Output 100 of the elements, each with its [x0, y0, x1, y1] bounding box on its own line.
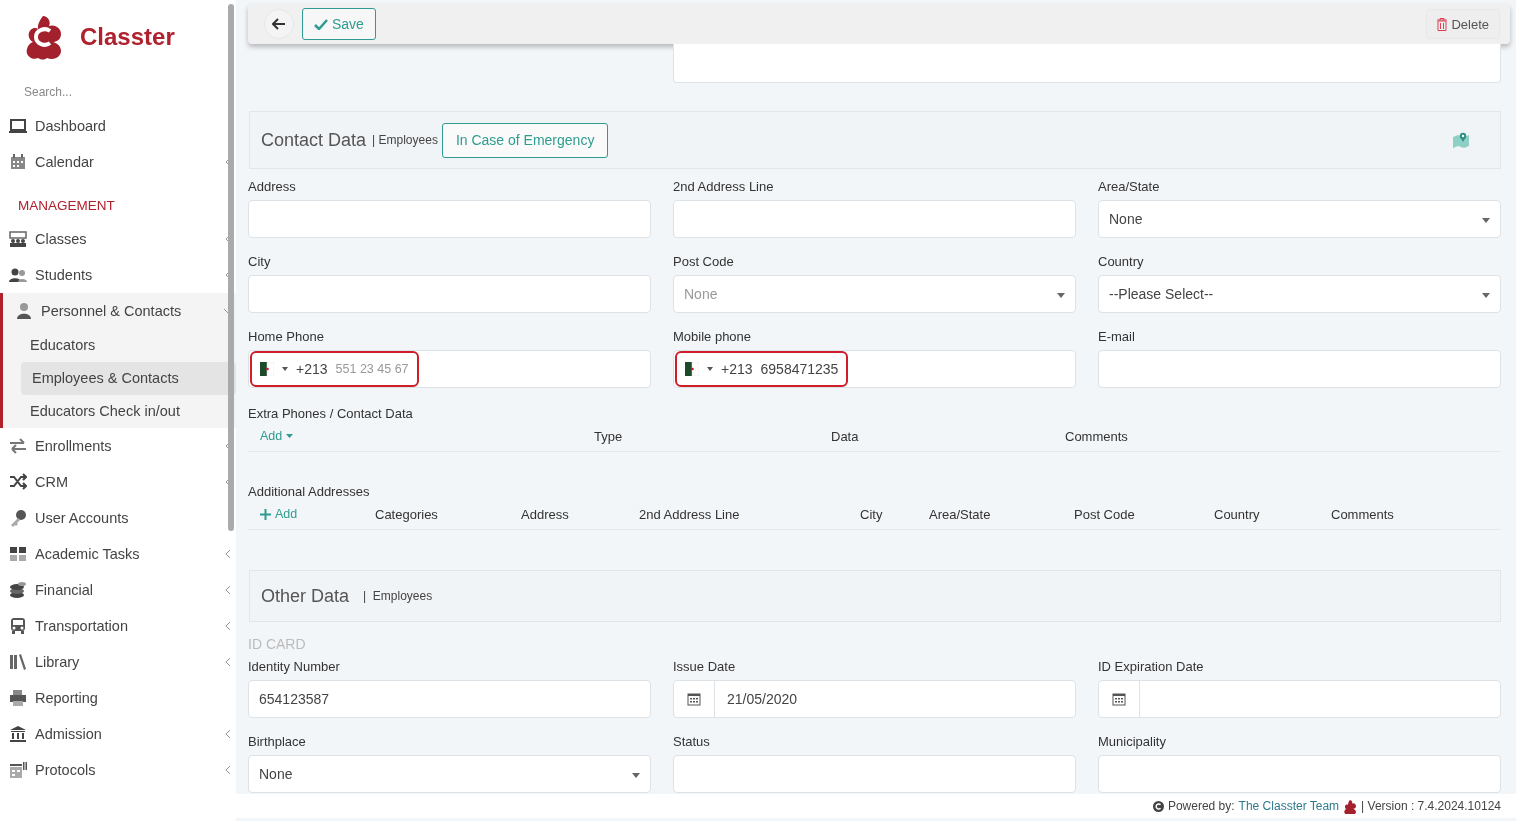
column-header: Country	[1214, 506, 1261, 522]
field-label: Country	[1098, 254, 1145, 269]
caret-icon	[286, 434, 294, 438]
sidebar-item[interactable]: Students	[0, 257, 236, 293]
text-field[interactable]	[673, 44, 1501, 83]
chevron-icon	[224, 622, 232, 630]
text-field[interactable]	[248, 275, 651, 313]
chevron-icon	[224, 730, 232, 738]
field-label: Municipality	[1098, 734, 1167, 749]
sidebar-item[interactable]: Classes	[0, 221, 236, 257]
column-header: 2nd Address Line	[639, 506, 741, 522]
field-label: Post Code	[673, 254, 735, 269]
sidebar-item[interactable]: Financial	[0, 572, 236, 608]
section-heading: MANAGEMENT	[17, 197, 116, 215]
column-header: Categories	[375, 506, 439, 522]
section-subtitle: | Employees	[363, 589, 433, 603]
team-link[interactable]: The Classter Team	[1238, 799, 1340, 813]
menu-item-icon	[9, 545, 27, 563]
scrollbar[interactable]	[228, 4, 234, 531]
field-label: Address	[248, 179, 297, 194]
date-field[interactable]: 21/05/2020	[673, 680, 1076, 718]
menu-item-icon	[9, 725, 27, 743]
caret-icon	[632, 773, 640, 778]
section-label: ID CARD	[248, 636, 307, 652]
calendar-icon	[687, 692, 701, 706]
column-header: Comments	[1331, 506, 1395, 522]
map-pin-icon[interactable]	[1452, 132, 1470, 148]
sidebar-item[interactable]: Transportation	[0, 608, 236, 644]
column-header: Post Code	[1074, 506, 1136, 522]
chevron-icon	[224, 550, 232, 558]
subsection-title: Extra Phones / Contact Data	[248, 406, 414, 421]
section-subtitle: | Employees	[372, 133, 438, 147]
menu-item-icon	[9, 689, 27, 707]
menu-item-icon	[15, 302, 33, 320]
menu-item-icon	[9, 230, 27, 248]
caret-icon	[707, 367, 713, 371]
field-label: Area/State	[1098, 179, 1161, 194]
search-field[interactable]: Search...	[22, 84, 206, 100]
field-label: ID Expiration Date	[1098, 659, 1205, 674]
column-header: Data	[831, 428, 860, 444]
caret-icon	[1057, 293, 1065, 298]
date-field[interactable]	[1098, 680, 1501, 718]
menu-item-icon	[9, 117, 27, 135]
select-field[interactable]: None	[248, 755, 651, 793]
field-label: 2nd Address Line	[673, 179, 775, 194]
sidebar-item[interactable]: Library	[0, 644, 236, 680]
powered-by-text: Powered by:	[1167, 799, 1235, 813]
column-header: City	[860, 506, 884, 522]
sidebar-item[interactable]: Admission	[0, 716, 236, 752]
menu-item-icon	[9, 509, 27, 527]
field-label: E-mail	[1098, 329, 1136, 344]
select-field[interactable]: --Please Select--	[1098, 275, 1501, 313]
subsection-title: Additional Addresses	[248, 484, 371, 499]
select-field[interactable]: None	[1098, 200, 1501, 238]
flag-icon	[685, 362, 699, 376]
chevron-icon	[224, 658, 232, 666]
delete-button[interactable]: Delete	[1426, 9, 1500, 39]
flag-icon	[260, 362, 274, 376]
column-header: Type	[594, 428, 624, 444]
sidebar-item[interactable]: Reporting	[0, 680, 236, 716]
logo-text: Classter	[80, 23, 175, 51]
sidebar-item[interactable]: Enrollments	[0, 428, 236, 464]
text-field[interactable]	[1098, 350, 1501, 388]
sidebar-item[interactable]: Academic Tasks	[0, 536, 236, 572]
menu-item-icon	[9, 653, 27, 671]
menu-item-icon	[9, 617, 27, 635]
field-label: Birthplace	[248, 734, 307, 749]
field-label: Identity Number	[248, 659, 341, 674]
logo-icon	[1343, 798, 1358, 814]
field-label: Home Phone	[248, 329, 325, 344]
caret-icon	[282, 367, 288, 371]
menu-item-icon	[9, 266, 27, 284]
sidebar-item[interactable]: CRM	[0, 464, 236, 500]
field-label: City	[248, 254, 272, 269]
sidebar-item[interactable]: Personnel & Contacts	[3, 293, 236, 329]
calendar-icon	[1112, 692, 1126, 706]
column-header: Address	[521, 506, 570, 522]
text-field[interactable]	[673, 200, 1076, 238]
sidebar-item[interactable]: Protocols	[0, 752, 236, 788]
checkmark-icon	[314, 18, 328, 30]
text-field[interactable]	[1098, 755, 1501, 793]
plus-icon	[260, 508, 271, 520]
sidebar-item[interactable]: Dashboard	[0, 108, 236, 144]
caret-icon	[1482, 293, 1490, 298]
text-field[interactable]	[248, 200, 651, 238]
menu-item-icon	[9, 473, 27, 491]
menu-item-icon	[9, 581, 27, 599]
sidebar-item[interactable]: User Accounts	[0, 500, 236, 536]
back-button[interactable]	[264, 9, 294, 39]
phone-field[interactable]: +213 551 23 45 67	[250, 351, 419, 387]
text-field[interactable]: 654123587	[248, 680, 651, 718]
column-header: Comments	[1065, 428, 1129, 444]
field-label: Mobile phone	[673, 329, 753, 344]
phone-field[interactable]: +213 6958471235	[675, 351, 849, 387]
back-arrow-icon	[272, 18, 286, 30]
menu-item-icon	[9, 153, 27, 171]
chevron-icon	[224, 766, 232, 774]
copyright-icon	[1152, 800, 1164, 812]
text-field[interactable]	[673, 755, 1076, 793]
submenu-item[interactable]: Employees & Contacts	[21, 362, 236, 395]
